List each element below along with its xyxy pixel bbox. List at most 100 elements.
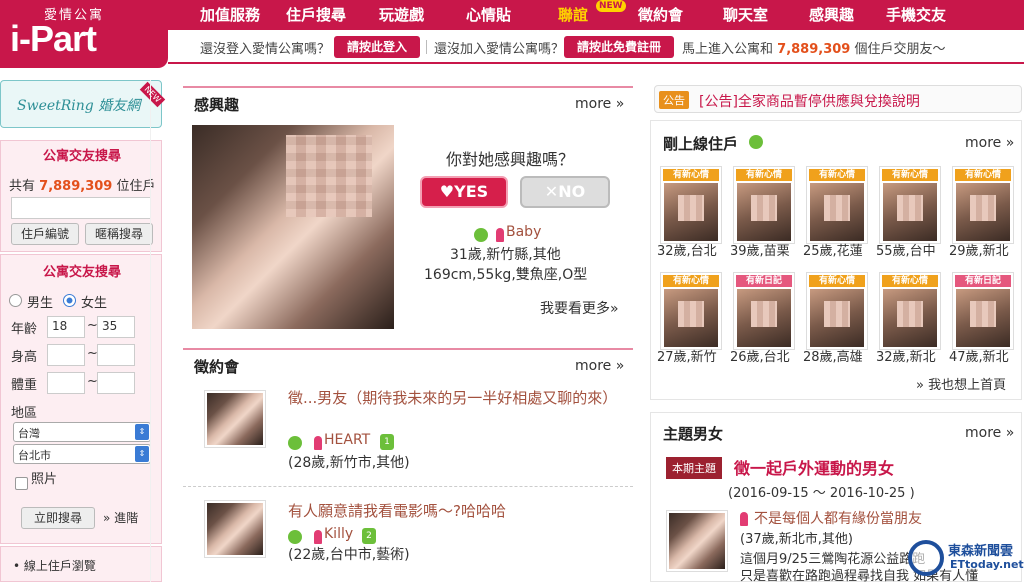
advanced-search-link[interactable]: » 進階 — [103, 509, 138, 526]
level-badge: 1 — [380, 434, 394, 450]
id-search-button[interactable]: 住戶編號 — [11, 223, 79, 245]
user-caption[interactable]: 32歲,新北 — [876, 346, 936, 365]
register-button[interactable]: 請按此免費註冊 — [564, 36, 674, 58]
online-user-card[interactable]: 有新心情 — [660, 166, 722, 244]
profile-name[interactable]: Baby — [506, 224, 541, 240]
nav-item-search[interactable]: 住戶搜尋 — [286, 4, 346, 25]
login-prompt: 還沒登入愛情公寓嗎？ — [200, 42, 331, 57]
nav-item-games[interactable]: 玩遊戲 — [379, 4, 424, 25]
country-select[interactable]: 台灣 ⇕ — [13, 422, 151, 442]
interest-more-link[interactable]: more » — [575, 96, 624, 112]
online-more-link[interactable]: more » — [965, 135, 1014, 151]
nav-new-badge: NEW — [596, 0, 626, 12]
sweetring-banner[interactable]: SweetRing 婚友網 NEW — [0, 80, 166, 128]
online-user-card[interactable]: 有新心情 — [733, 166, 795, 244]
user-caption[interactable]: 26歲,台北 — [730, 346, 790, 365]
dating-top-line — [183, 348, 633, 350]
announcement-text[interactable]: [公告]全家商品暫停供應與兌換說明 — [699, 91, 920, 111]
user-caption[interactable]: 29歲,新北 — [949, 240, 1009, 259]
dating-avatar[interactable] — [204, 500, 266, 558]
post-divider — [183, 486, 633, 487]
dating-avatar[interactable] — [204, 390, 266, 448]
topic-more-link[interactable]: more » — [965, 425, 1014, 441]
dating-poster-name[interactable]: Killy — [324, 526, 353, 542]
age-label: 年齡 — [11, 322, 38, 337]
female-icon — [314, 530, 322, 544]
female-icon — [496, 228, 504, 242]
user-caption[interactable]: 47歲,新北 — [949, 346, 1009, 365]
nav-item-social[interactable]: 聯誼 — [558, 4, 588, 25]
topic-headline[interactable]: 徵一起戶外運動的男女 — [734, 455, 894, 479]
status-tag: 有新心情 — [663, 169, 719, 181]
user-caption[interactable]: 32歲,台北 — [657, 240, 717, 259]
sidebar-edge — [150, 80, 151, 582]
online-user-card[interactable]: 有新日記 — [952, 272, 1014, 350]
online-user-card[interactable]: 有新心情 — [806, 166, 868, 244]
login-button[interactable]: 請按此登入 — [334, 36, 420, 58]
online-user-card[interactable]: 有新心情 — [952, 166, 1014, 244]
weight-to-input[interactable] — [97, 372, 135, 394]
female-label: 女生 — [81, 296, 108, 311]
announcement-bar[interactable]: 公告 [公告]全家商品暫停供應與兌換說明 — [654, 85, 1022, 113]
topic-avatar[interactable] — [666, 510, 728, 572]
online-user-card[interactable]: 有新日記 — [733, 272, 795, 350]
nav-item-mobile[interactable]: 手機交友 — [886, 4, 946, 25]
featured-photo[interactable] — [192, 125, 394, 329]
nav-item-chat[interactable]: 聊天室 — [723, 4, 768, 25]
face-mosaic — [286, 135, 372, 217]
line-icon — [288, 530, 302, 544]
user-thumbnail — [810, 183, 864, 241]
age-from-input[interactable]: 18 — [47, 316, 85, 338]
online-link[interactable]: • 線上住戶瀏覽 — [13, 557, 96, 574]
age-to-input[interactable]: 35 — [97, 316, 135, 338]
online-user-card[interactable]: 有新心情 — [879, 166, 941, 244]
height-label: 身高 — [11, 350, 38, 365]
height-from-input[interactable] — [47, 344, 85, 366]
watermark-en: ETtoday.net — [950, 558, 1024, 571]
nav-item-interest[interactable]: 感興趣 — [809, 4, 854, 25]
online-user-card[interactable]: 有新心情 — [660, 272, 722, 350]
search-now-button[interactable]: 立即搜尋 — [21, 507, 95, 529]
user-caption[interactable]: 39歲,苗栗 — [730, 240, 790, 259]
female-icon — [740, 512, 748, 526]
header-border — [168, 62, 1024, 64]
dating-post-title[interactable]: 徵...男友（期待我未來的另一半好相處又聊的來） — [288, 388, 618, 408]
dating-poster-name[interactable]: HEART — [324, 432, 370, 448]
status-tag: 有新心情 — [955, 169, 1011, 181]
topic-post-title[interactable]: 不是每個人都有緣份當朋友 — [754, 508, 922, 528]
topic-badge: 本期主題 — [666, 457, 722, 479]
filter-search-title: 公寓交友搜尋 — [42, 265, 121, 280]
nav-item-dating[interactable]: 徵約會 — [638, 4, 683, 25]
height-to-input[interactable] — [97, 344, 135, 366]
see-more-link[interactable]: 我要看更多» — [540, 298, 619, 318]
nickname-search-button[interactable]: 暱稱搜尋 — [85, 223, 153, 245]
online-user-card[interactable]: 有新心情 — [879, 272, 941, 350]
front-page-link[interactable]: » 我也想上首頁 — [916, 374, 1006, 393]
user-caption[interactable]: 28歲,高雄 — [803, 346, 863, 365]
photo-checkbox[interactable] — [15, 477, 28, 490]
dating-more-link[interactable]: more » — [575, 358, 624, 374]
nav-item-premium[interactable]: 加值服務 — [200, 4, 260, 25]
user-thumbnail — [737, 183, 791, 241]
weight-label: 體重 — [11, 378, 38, 393]
user-caption[interactable]: 27歲,新竹 — [657, 346, 717, 365]
nav-item-mood[interactable]: 心情貼 — [466, 4, 511, 25]
user-caption[interactable]: 55歲,台中 — [876, 240, 936, 259]
female-radio[interactable] — [63, 294, 76, 307]
city-select[interactable]: 台北市 ⇕ — [13, 444, 151, 464]
site-logo[interactable]: 愛情公寓 i-Part — [0, 0, 168, 68]
profile-info-2: 169cm,55kg,雙魚座,O型 — [424, 267, 588, 283]
user-thumbnail — [883, 183, 937, 241]
male-radio[interactable] — [9, 294, 22, 307]
login-bar: 還沒登入愛情公寓嗎？ 請按此登入 還沒加入愛情公寓嗎？ 請按此免費註冊 馬上進入… — [168, 30, 1024, 62]
user-caption[interactable]: 25歲,花蓮 — [803, 240, 863, 259]
dating-title: 徵約會 — [194, 358, 240, 376]
dating-post-title[interactable]: 有人願意請我看電影嗎～?哈哈哈 — [288, 500, 506, 521]
no-button[interactable]: ✕NO — [520, 176, 610, 208]
weight-from-input[interactable] — [47, 372, 85, 394]
id-search-input[interactable] — [11, 197, 151, 219]
topic-dates: (2016-09-15 ～ 2016-10-25 ) — [728, 486, 915, 501]
online-user-card[interactable]: 有新心情 — [806, 272, 868, 350]
dating-poster-info: (28歲,新竹市,其他) — [288, 455, 410, 471]
yes-button[interactable]: ♥YES — [420, 176, 508, 208]
